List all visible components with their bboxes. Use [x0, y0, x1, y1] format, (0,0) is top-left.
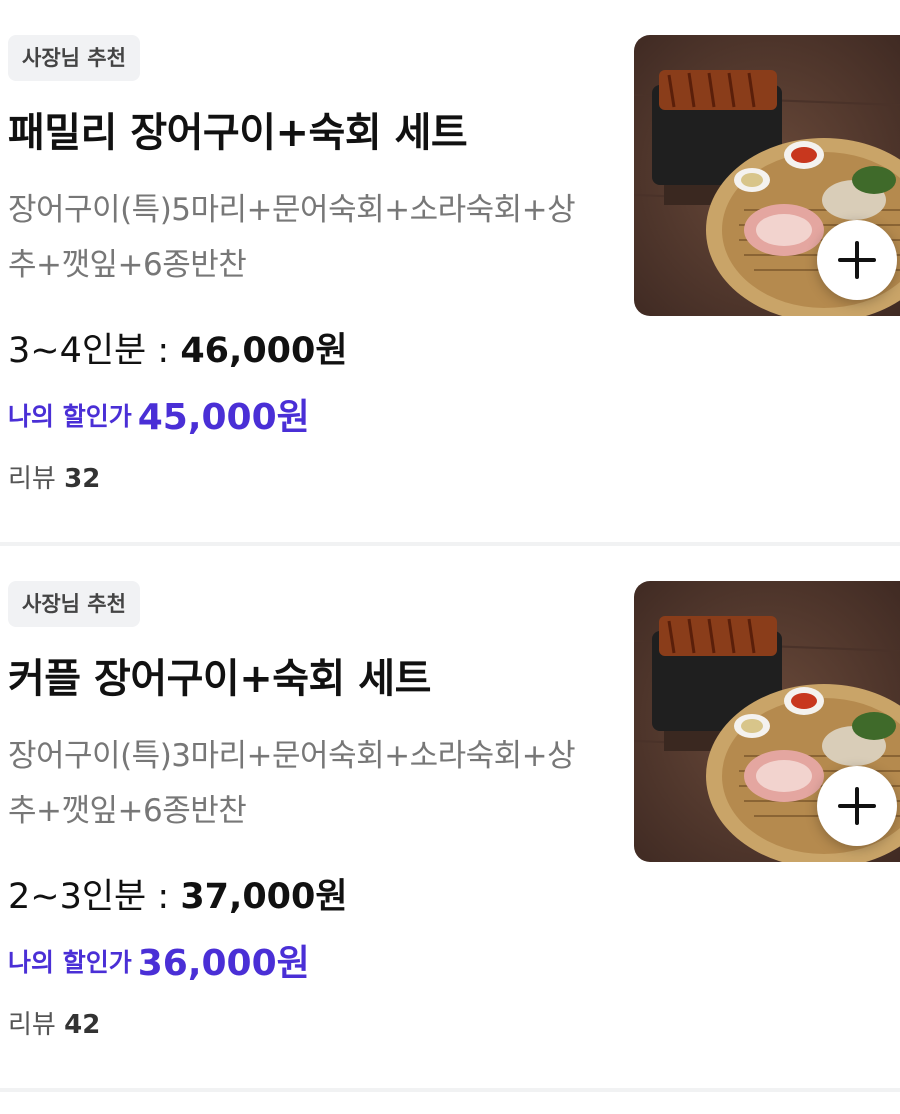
- discount-label: 나의 할인가: [8, 948, 132, 977]
- discount-label: 나의 할인가: [8, 402, 132, 431]
- menu-item-title: 커플 장어구이+숙회 세트: [8, 656, 431, 702]
- discount-price: 36,000원: [137, 943, 310, 984]
- menu-list: 사장님 추천 패밀리 장어구이+숙회 세트 장어구이(특)5마리+문어숙회+소라…: [0, 0, 900, 1092]
- price: 37,000원: [180, 877, 348, 917]
- discount-line: 나의 할인가 45,000원: [8, 388, 310, 440]
- serving-size: 3~4인분 :: [8, 331, 181, 371]
- review-count: 42: [64, 1010, 101, 1040]
- add-to-cart-button[interactable]: [817, 220, 897, 300]
- review-count: 32: [64, 464, 101, 494]
- review-label: 리뷰: [8, 1010, 56, 1040]
- review-info: 리뷰 42: [8, 1004, 100, 1041]
- menu-item-description: 장어구이(특)3마리+문어숙회+소라숙회+상추+깻잎+6종반찬: [8, 738, 576, 829]
- discount-price: 45,000원: [137, 397, 310, 438]
- price-line: 3~4인분 : 46,000원: [8, 322, 348, 373]
- recommend-badge: 사장님 추천: [8, 35, 140, 81]
- menu-item-title: 패밀리 장어구이+숙회 세트: [8, 110, 468, 156]
- discount-line: 나의 할인가 36,000원: [8, 934, 310, 986]
- review-label: 리뷰: [8, 464, 56, 494]
- menu-item[interactable]: 사장님 추천 패밀리 장어구이+숙회 세트 장어구이(특)5마리+문어숙회+소라…: [0, 0, 900, 546]
- menu-item-description: 장어구이(특)5마리+문어숙회+소라숙회+상추+깻잎+6종반찬: [8, 192, 576, 283]
- price-line: 2~3인분 : 37,000원: [8, 868, 348, 919]
- add-to-cart-button[interactable]: [817, 766, 897, 846]
- review-info: 리뷰 32: [8, 458, 100, 495]
- serving-size: 2~3인분 :: [8, 877, 181, 917]
- menu-item[interactable]: 사장님 추천 커플 장어구이+숙회 세트 장어구이(특)3마리+문어숙회+소라숙…: [0, 546, 900, 1092]
- recommend-badge: 사장님 추천: [8, 581, 140, 627]
- plus-icon: [838, 787, 876, 825]
- price: 46,000원: [180, 331, 348, 371]
- plus-icon: [838, 241, 876, 279]
